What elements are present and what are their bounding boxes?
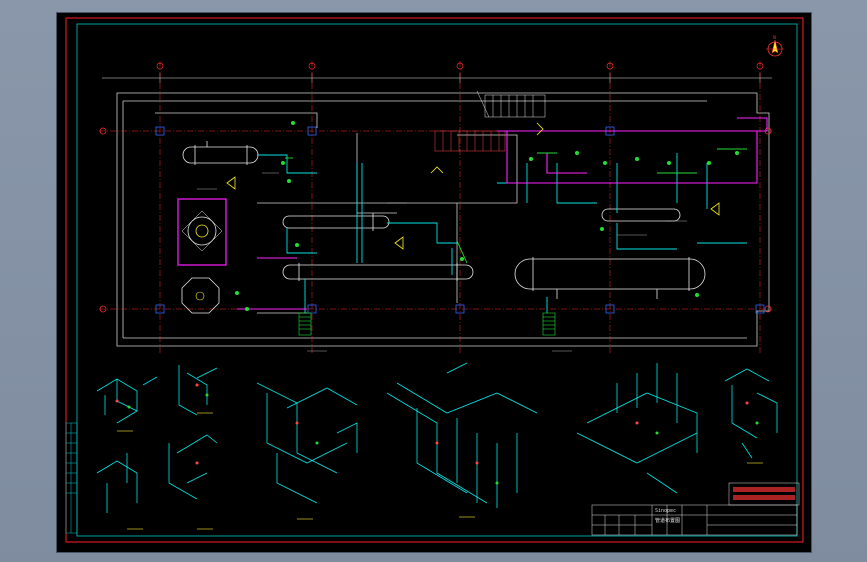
magenta-piping — [237, 117, 768, 310]
reactor-frame — [177, 198, 227, 266]
title-block — [591, 504, 798, 536]
isometric-view-6 — [724, 368, 778, 459]
north-arrow-icon: N — [766, 35, 784, 57]
green-pipe-segments — [285, 148, 747, 264]
heat-exchanger-1 — [182, 141, 259, 165]
vessel-octagon — [181, 277, 220, 314]
isometric-view-3 — [256, 382, 358, 504]
svg-text:N: N — [773, 35, 776, 40]
isometric-view-4 — [386, 362, 538, 508]
annotation-marks — [197, 172, 687, 352]
grid-bubbles — [99, 62, 772, 313]
isometric-view-7 — [96, 453, 138, 513]
outer-frame — [65, 17, 804, 543]
isometric-view-8 — [168, 434, 218, 500]
revision-strip — [65, 422, 78, 534]
isometric-view-2 — [178, 365, 218, 416]
isometric-view-5 — [576, 363, 698, 494]
yellow-markers — [226, 122, 720, 250]
heat-exchanger-2 — [282, 213, 390, 231]
legend-box — [728, 482, 800, 506]
isometric-green-valves — [127, 393, 759, 485]
title-block-company: Sinopec — [655, 508, 677, 514]
column-grid — [99, 61, 772, 353]
pump-base-1 — [298, 312, 312, 336]
top-dimension-line — [102, 73, 772, 83]
title-block-drawing-name: 管道布置图 — [655, 518, 681, 524]
pump-base-2 — [542, 312, 556, 336]
drawing-canvas: N — [65, 17, 804, 543]
heat-exchanger-3 — [601, 208, 681, 222]
stair-upper — [476, 90, 546, 118]
stair-lower — [434, 130, 506, 152]
isometric-view-1 — [96, 376, 158, 424]
drawing-sheet: N Sinopec 管道布置图 — [57, 13, 811, 552]
cad-viewport[interactable]: N Sinopec 管道布置图 — [0, 0, 867, 562]
horizontal-drum-1 — [282, 263, 474, 281]
